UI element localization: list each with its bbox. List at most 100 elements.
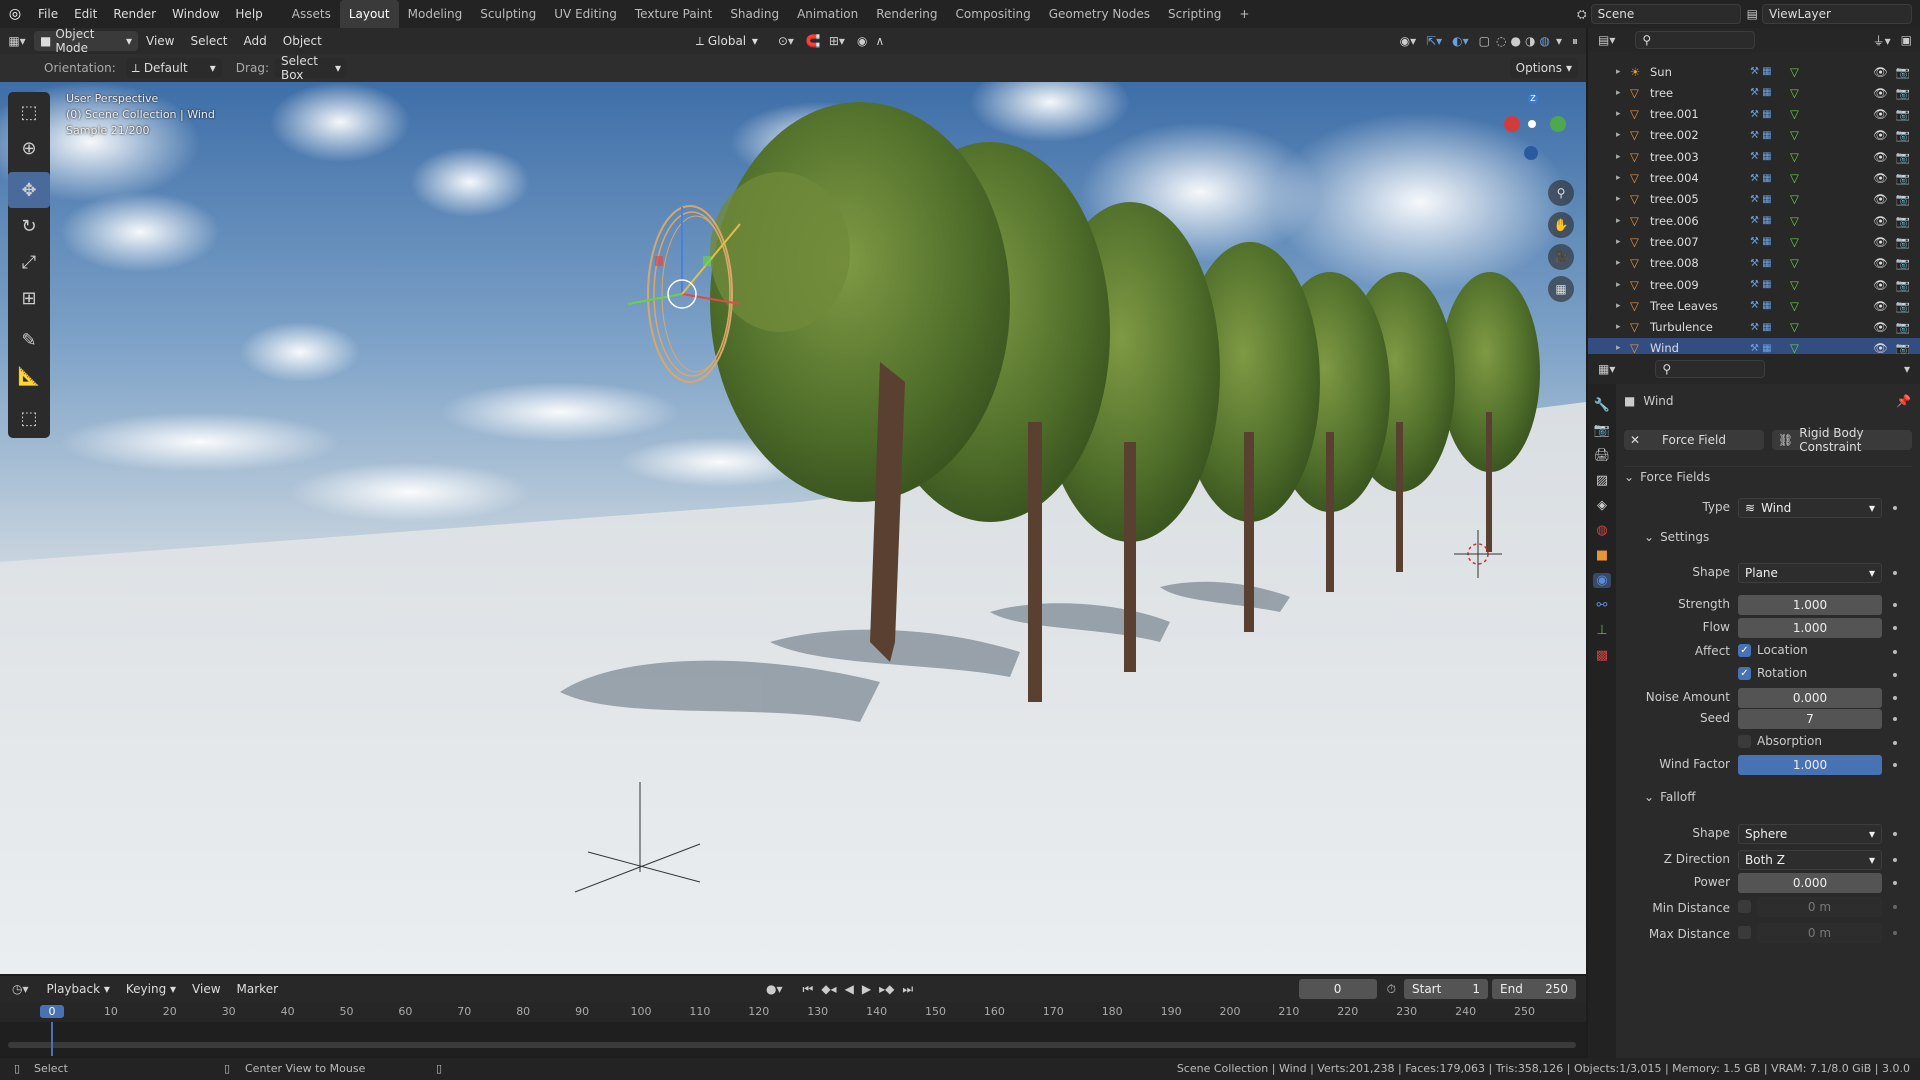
- timeline[interactable]: 0 10 20 30 40 50 60 70 80 90 100 110 120 130 140 150 160…: [0, 1002, 1586, 1056]
- move-tool-icon[interactable]: ✥: [8, 172, 50, 208]
- power-field[interactable]: 0.000: [1738, 873, 1882, 893]
- expand-arrow-icon[interactable]: ▸: [1616, 258, 1630, 268]
- keyframe-dot-icon[interactable]: [1893, 905, 1897, 909]
- menu-marker[interactable]: Marker: [229, 975, 286, 1003]
- flow-field[interactable]: 1.000: [1738, 618, 1882, 638]
- outliner-item[interactable]: ▸ ☀ Sun ⚒ ▦ ▽ 👁 📷: [1588, 61, 1920, 82]
- menu-render[interactable]: Render: [105, 0, 164, 28]
- tab-assets[interactable]: Assets: [283, 0, 340, 28]
- start-frame-field[interactable]: Start 1: [1404, 979, 1488, 999]
- pan-hand-icon[interactable]: ✋: [1548, 212, 1574, 238]
- keyframe-dot-icon[interactable]: [1893, 506, 1897, 510]
- world-tab-icon[interactable]: ◍: [1596, 523, 1607, 538]
- overlay-icon[interactable]: ◐▾: [1452, 34, 1469, 48]
- expand-arrow-icon[interactable]: ▸: [1616, 280, 1630, 290]
- transform-orientation[interactable]: ⟂ Global ▾: [690, 31, 764, 51]
- visibility-eye-icon[interactable]: 👁: [1873, 320, 1888, 334]
- material-shading-icon[interactable]: ◑: [1525, 34, 1535, 48]
- constraints-tab-icon[interactable]: ⚯: [1597, 598, 1608, 613]
- outliner-item[interactable]: ▸ ▽ tree.004 ⚒ ▦ ▽ 👁 📷: [1588, 168, 1920, 189]
- menu-file[interactable]: File: [30, 0, 66, 28]
- zoom-icon[interactable]: ⚲: [1548, 180, 1574, 206]
- end-frame-field[interactable]: End 250: [1492, 979, 1576, 999]
- falloff-panel-header[interactable]: ⌄ Falloff: [1644, 790, 1696, 804]
- blender-logo-icon[interactable]: ◎: [0, 6, 30, 22]
- view-layer-selector[interactable]: ViewLayer: [1762, 4, 1912, 24]
- rotate-tool-icon[interactable]: ↻: [8, 208, 50, 244]
- rendered-shading-icon[interactable]: ◍: [1539, 34, 1549, 48]
- object-data-tab-icon[interactable]: ⊥: [1596, 623, 1607, 638]
- settings-panel-header[interactable]: ⌄ Settings: [1644, 530, 1709, 544]
- timeline-tick-label[interactable]: 0: [40, 1005, 64, 1018]
- play-icon[interactable]: ▶: [862, 982, 871, 996]
- tab-modeling[interactable]: Modeling: [399, 0, 472, 28]
- gizmo-icon[interactable]: ⇱▾: [1426, 34, 1442, 48]
- keyframe-dot-icon[interactable]: [1893, 763, 1897, 767]
- snap-target-icon[interactable]: ⊞▾: [829, 34, 845, 48]
- keyframe-dot-icon[interactable]: [1893, 741, 1897, 745]
- tab-shading[interactable]: Shading: [721, 0, 788, 28]
- visibility-eye-icon[interactable]: 👁: [1873, 192, 1888, 206]
- wireframe-shading-icon[interactable]: ◌: [1496, 34, 1506, 48]
- tab-uv-editing[interactable]: UV Editing: [545, 0, 626, 28]
- render-camera-icon[interactable]: 📷: [1896, 278, 1910, 292]
- 3d-viewport[interactable]: User Perspective (0) Scene Collection | …: [0, 82, 1586, 974]
- tool-tab-icon[interactable]: 🔧: [1594, 398, 1610, 413]
- prev-keyframe-icon[interactable]: ◆◂: [821, 982, 836, 996]
- filter-icon[interactable]: ⏚▾: [1873, 32, 1891, 49]
- visibility-icon[interactable]: ◉▾: [1400, 34, 1417, 48]
- menu-help[interactable]: Help: [227, 0, 270, 28]
- expand-arrow-icon[interactable]: ▸: [1616, 301, 1630, 311]
- min-distance-field[interactable]: 0 m: [1757, 897, 1882, 917]
- physics-tab-icon[interactable]: ◉: [1593, 573, 1611, 588]
- scene-tab-icon[interactable]: ◈: [1597, 498, 1607, 513]
- menu-add[interactable]: Add: [236, 27, 275, 55]
- editor-type-icon[interactable]: ▦▾: [0, 34, 34, 48]
- expand-arrow-icon[interactable]: ▸: [1616, 322, 1630, 332]
- z-direction-dropdown[interactable]: Both Z ▾: [1738, 850, 1882, 870]
- stopwatch-icon[interactable]: ⏱: [1387, 982, 1396, 997]
- menu-playback[interactable]: Playback ▾: [39, 975, 118, 1003]
- menu-view[interactable]: View: [184, 975, 228, 1003]
- outliner-item[interactable]: ▸ ▽ tree.009 ⚒ ▦ ▽ 👁 📷: [1588, 274, 1920, 295]
- tab-compositing[interactable]: Compositing: [947, 0, 1040, 28]
- render-camera-icon[interactable]: 📷: [1896, 235, 1910, 249]
- keyframe-dot-icon[interactable]: [1893, 603, 1897, 607]
- transform-tool-icon[interactable]: ⊞: [8, 280, 50, 316]
- location-checkbox[interactable]: ✓ Location: [1738, 643, 1808, 657]
- render-camera-icon[interactable]: 📷: [1896, 171, 1910, 185]
- camera-icon[interactable]: 🎥: [1548, 244, 1574, 270]
- visibility-eye-icon[interactable]: 👁: [1873, 235, 1888, 249]
- visibility-eye-icon[interactable]: 👁: [1873, 256, 1888, 270]
- visibility-eye-icon[interactable]: 👁: [1873, 107, 1888, 121]
- tab-animation[interactable]: Animation: [788, 0, 867, 28]
- seed-field[interactable]: 7: [1738, 709, 1882, 729]
- xray-icon[interactable]: ▢: [1479, 34, 1490, 48]
- checkbox-unchecked-icon[interactable]: [1738, 734, 1751, 748]
- expand-arrow-icon[interactable]: ▸: [1616, 152, 1630, 162]
- outliner-item[interactable]: ▸ ▽ tree.008 ⚒ ▦ ▽ 👁 📷: [1588, 253, 1920, 274]
- view-layer-icon[interactable]: ▤: [1747, 7, 1758, 21]
- checkbox-checked-icon[interactable]: ✓: [1738, 643, 1751, 657]
- expand-arrow-icon[interactable]: ▸: [1616, 194, 1630, 204]
- expand-arrow-icon[interactable]: ▸: [1616, 216, 1630, 226]
- render-tab-icon[interactable]: 📷: [1594, 423, 1610, 438]
- menu-edit[interactable]: Edit: [66, 0, 105, 28]
- render-camera-icon[interactable]: 📷: [1896, 214, 1910, 228]
- scene-selector[interactable]: Scene: [1590, 4, 1741, 24]
- scale-tool-icon[interactable]: ⤢: [8, 244, 50, 280]
- jump-end-icon[interactable]: ⏭: [902, 982, 913, 997]
- type-dropdown[interactable]: ≋ Wind ▾: [1738, 498, 1882, 518]
- view-layer-tab-icon[interactable]: ▨: [1596, 473, 1608, 488]
- drag-dropdown[interactable]: Select Box ▾: [274, 54, 347, 82]
- rigid-body-constraint-button[interactable]: ⛓ Rigid Body Constraint: [1772, 426, 1912, 454]
- next-keyframe-icon[interactable]: ▸◆: [879, 982, 894, 996]
- keyframe-dot-icon[interactable]: [1893, 832, 1897, 836]
- outliner-item[interactable]: ▸ ▽ Tree Leaves ⚒ ▦ ▽ 👁 📷: [1588, 295, 1920, 316]
- tab-texture-paint[interactable]: Texture Paint: [626, 0, 721, 28]
- new-collection-icon[interactable]: ▣: [1901, 33, 1912, 47]
- shape-dropdown[interactable]: Plane ▾: [1738, 563, 1882, 583]
- visibility-eye-icon[interactable]: 👁: [1873, 278, 1888, 292]
- rotation-checkbox[interactable]: ✓ Rotation: [1738, 666, 1807, 680]
- close-icon[interactable]: ✕: [1630, 433, 1640, 447]
